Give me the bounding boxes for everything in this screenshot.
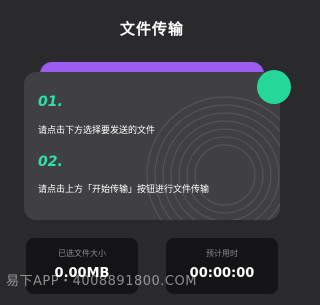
step-2-text: 请点击上方「开始传输」按钮进行文件传输 xyxy=(38,185,210,195)
step-1-text: 请点击下方选择要发送的文件 xyxy=(38,126,156,136)
eta-label: 预计用时 xyxy=(206,249,238,258)
decorative-rings xyxy=(146,96,280,220)
watermark: 易下APP・4008891800.COM xyxy=(6,274,197,289)
step-1-number: 01. xyxy=(38,94,63,110)
page-title: 文件传输 xyxy=(119,20,184,38)
accent-circle xyxy=(257,70,291,104)
step-2-number: 02. xyxy=(38,154,63,170)
selected-size-label: 已选文件大小 xyxy=(58,249,106,258)
instruction-card: 01. 请点击下方选择要发送的文件 02. 请点击上方「开始传输」按钮进行文件传… xyxy=(24,72,280,220)
